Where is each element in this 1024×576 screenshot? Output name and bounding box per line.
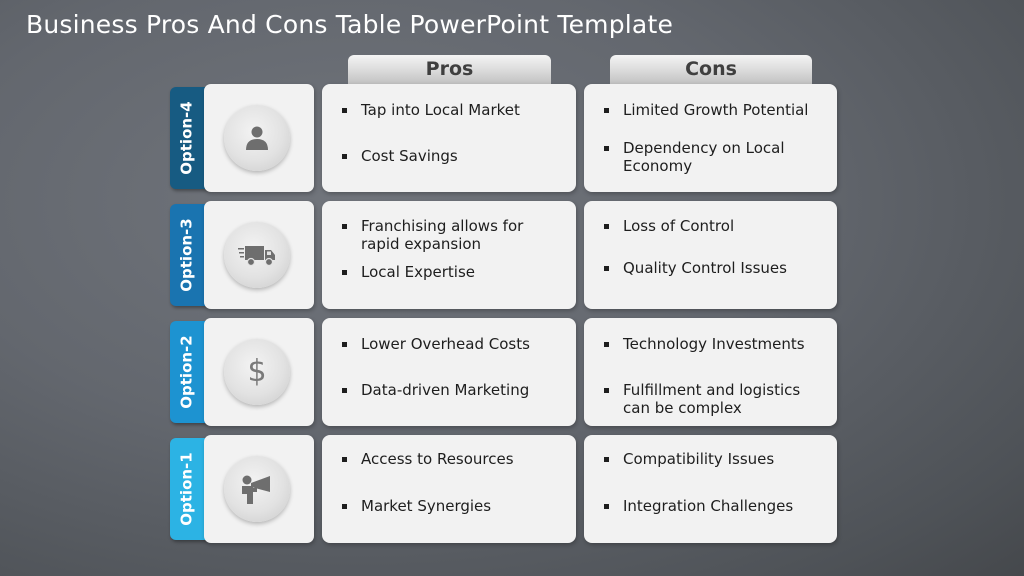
pros-card: Franchising allows for rapid expansion L…	[322, 201, 576, 309]
cons-item: Dependency on Local Economy	[604, 139, 804, 175]
user-icon	[246, 126, 268, 150]
pros-card: Access to Resources Market Synergies	[322, 435, 576, 543]
slide-title: Business Pros And Cons Table PowerPoint …	[26, 10, 674, 39]
option-row-1: Option-1 Access to Resources Market Syne…	[0, 435, 1024, 543]
option-label: Option-4	[178, 101, 197, 175]
icon-circle	[224, 456, 290, 522]
cons-column-header: Cons	[610, 55, 812, 85]
cons-item: Integration Challenges	[604, 497, 824, 515]
icon-circle	[224, 105, 290, 171]
cons-item: Quality Control Issues	[604, 259, 824, 277]
cons-item: Compatibility Issues	[604, 450, 824, 468]
icon-card	[204, 84, 314, 192]
icon-card	[204, 201, 314, 309]
cons-card: Technology Investments Fulfillment and l…	[584, 318, 837, 426]
pros-item: Cost Savings	[342, 147, 562, 165]
option-row-4: Option-4 Tap into Local Market Cost Savi…	[0, 84, 1024, 192]
option-label: Option-3	[178, 218, 197, 292]
pros-item: Franchising allows for rapid expansion	[342, 217, 562, 253]
option-row-2: Option-2 $ Lower Overhead Costs Data-dri…	[0, 318, 1024, 426]
pros-column-header: Pros	[348, 55, 551, 85]
option-row-3: Option-3 Franchising allows for rapid ex…	[0, 201, 1024, 309]
icon-card: $	[204, 318, 314, 426]
pros-item: Tap into Local Market	[342, 101, 562, 119]
option-label: Option-1	[178, 452, 197, 526]
pros-item: Local Expertise	[342, 263, 562, 281]
cons-item: Limited Growth Potential	[604, 101, 824, 119]
cons-card: Loss of Control Quality Control Issues	[584, 201, 837, 309]
pros-item: Access to Resources	[342, 450, 562, 468]
cons-item: Fulfillment and logistics can be complex	[604, 381, 814, 417]
icon-circle	[224, 222, 290, 288]
cons-item: Loss of Control	[604, 217, 824, 235]
dollar-icon: $	[247, 354, 267, 389]
pros-item: Lower Overhead Costs	[342, 335, 562, 353]
megaphone-person-icon	[242, 475, 270, 504]
cons-item: Technology Investments	[604, 335, 824, 353]
cons-card: Compatibility Issues Integration Challen…	[584, 435, 837, 543]
icon-circle: $	[224, 339, 290, 405]
pros-card: Lower Overhead Costs Data-driven Marketi…	[322, 318, 576, 426]
cons-card: Limited Growth Potential Dependency on L…	[584, 84, 837, 192]
pros-card: Tap into Local Market Cost Savings	[322, 84, 576, 192]
pros-item: Data-driven Marketing	[342, 381, 562, 399]
icon-card	[204, 435, 314, 543]
option-label: Option-2	[178, 335, 197, 409]
pros-item: Market Synergies	[342, 497, 562, 515]
delivery-truck-icon	[238, 246, 275, 267]
